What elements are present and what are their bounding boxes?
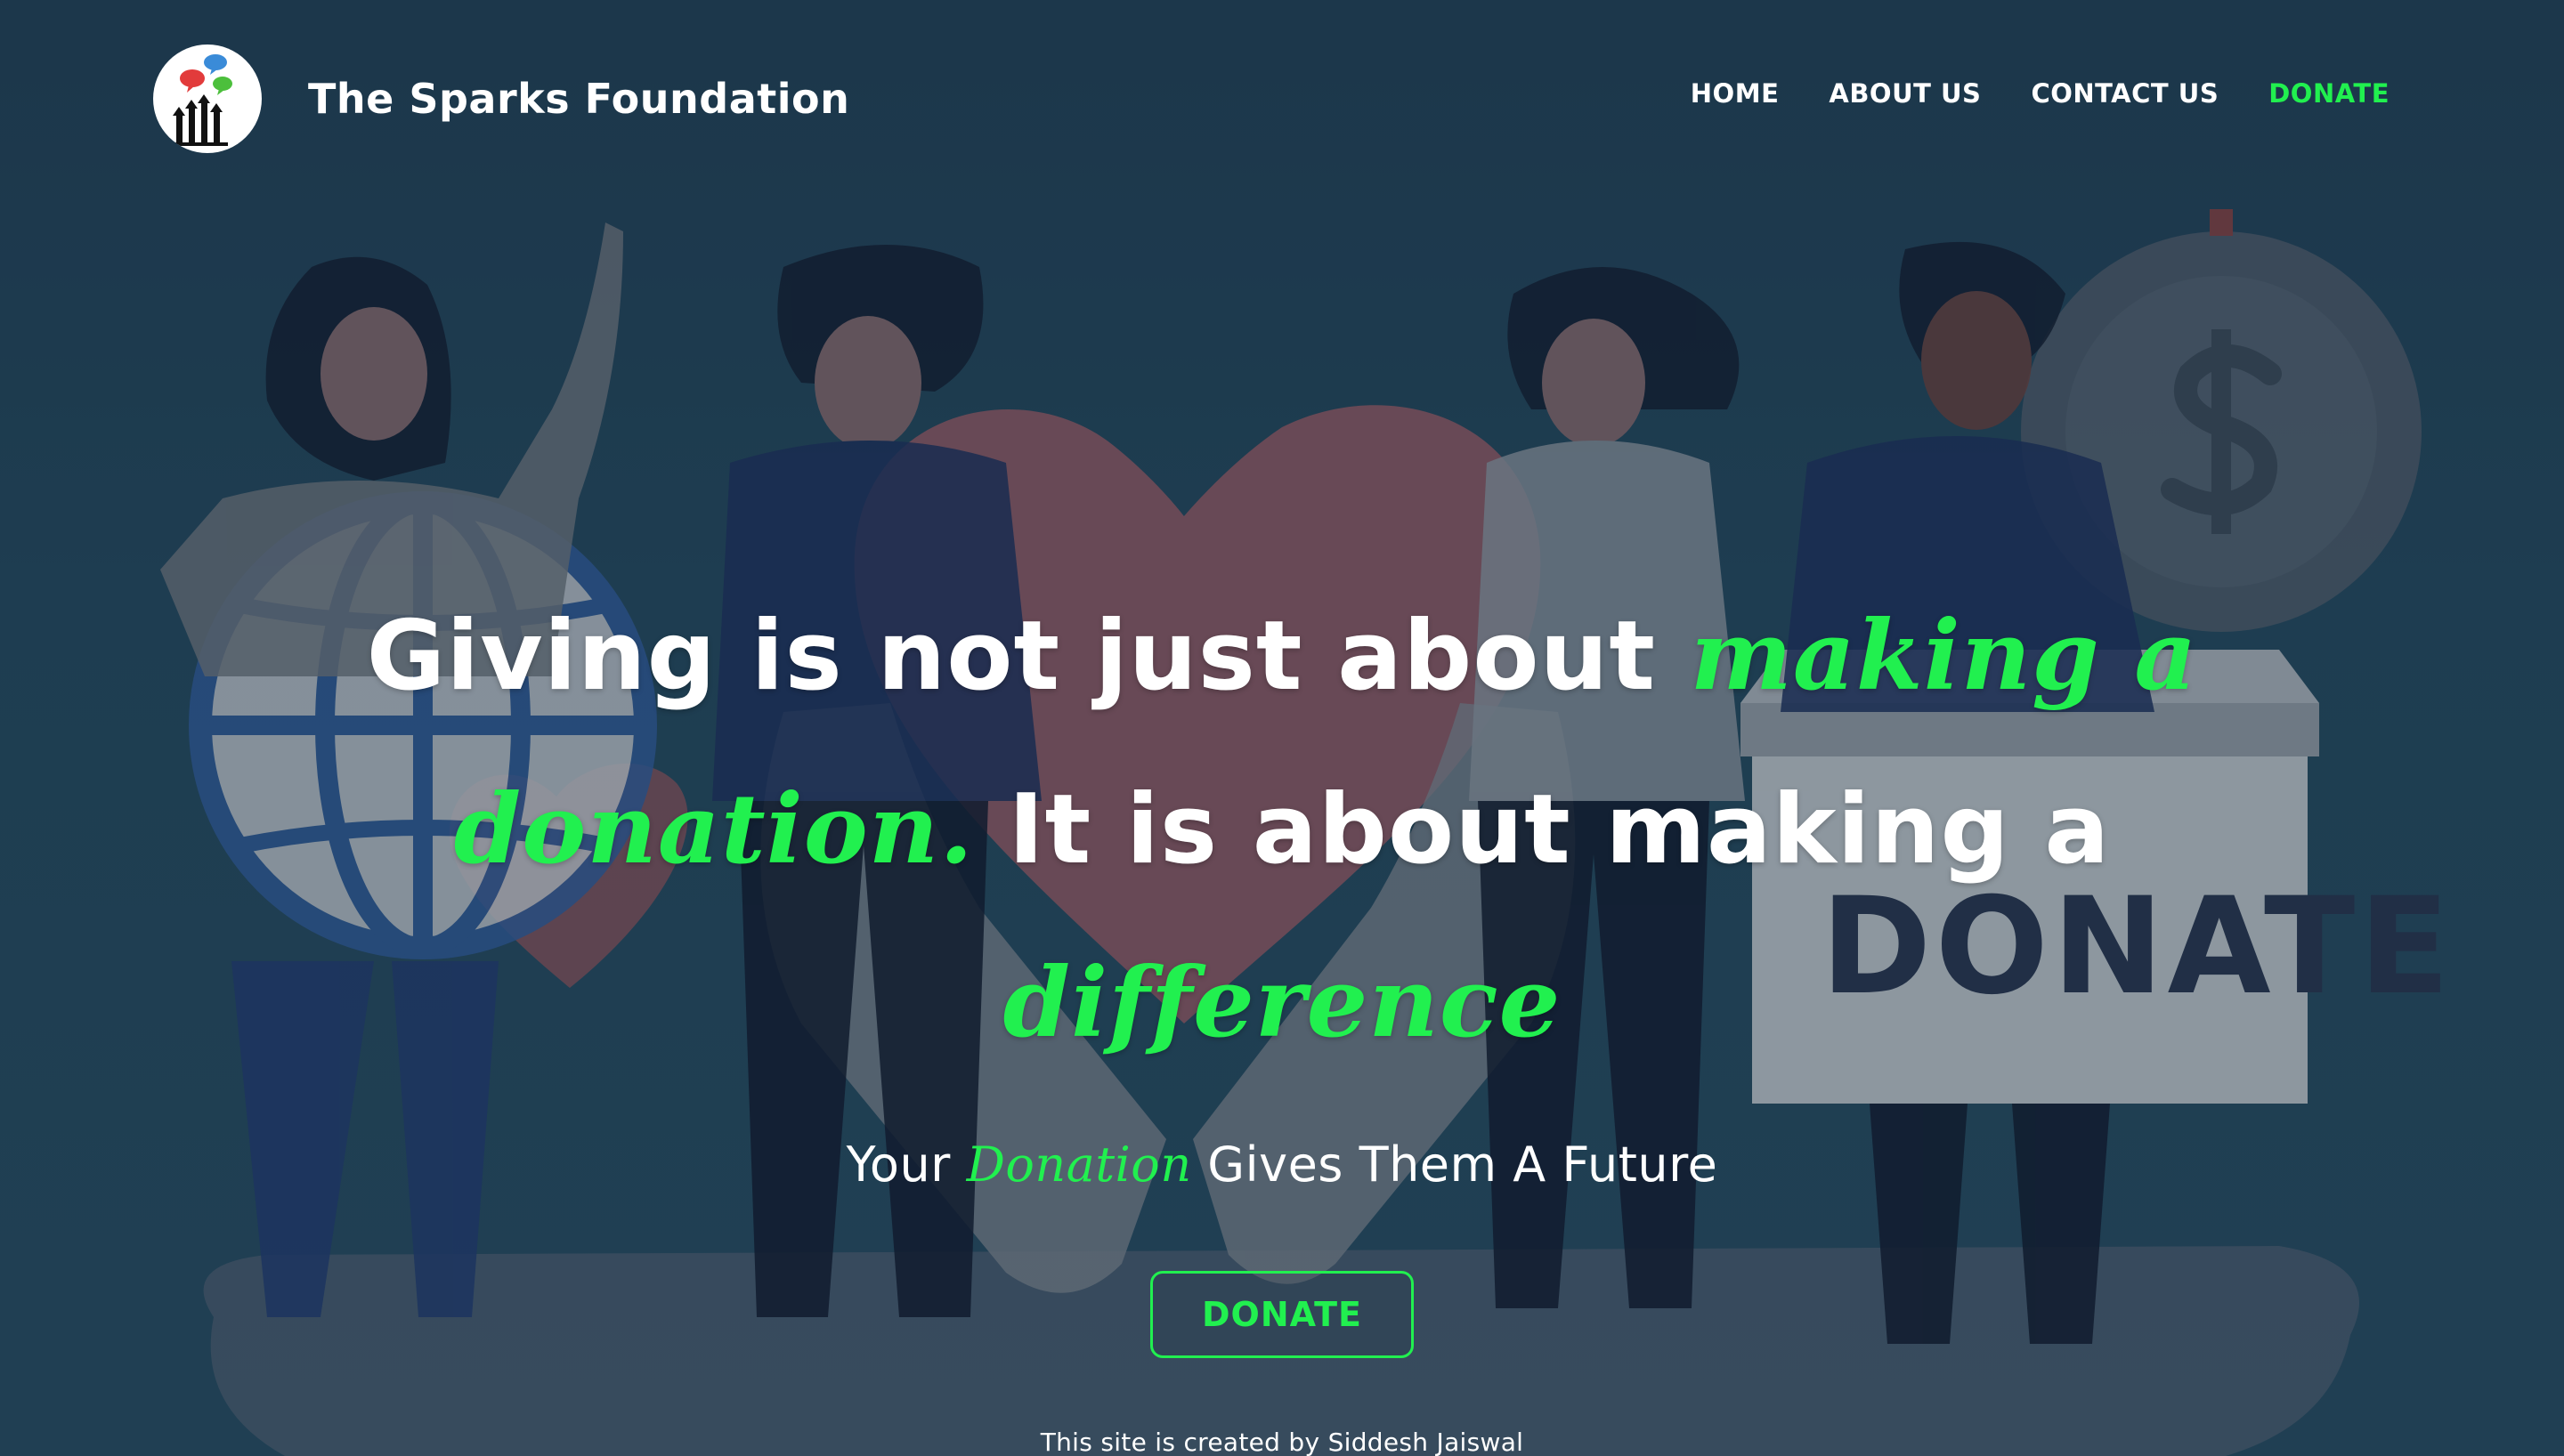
brand[interactable]: The Sparks Foundation (153, 44, 849, 153)
hero-section: Giving is not just about making a donati… (0, 570, 2564, 1456)
hero-headline: Giving is not just about making a donati… (169, 570, 2395, 1090)
headline-text-2: It is about making a (973, 774, 2111, 886)
headline-accent-2: difference (1002, 947, 1562, 1059)
hands-speech-bubbles-logo-icon (169, 54, 232, 146)
nav-links: HOME ABOUT US CONTACT US DONATE (1641, 78, 2390, 109)
subline-text-2: Gives Them A Future (1191, 1136, 1718, 1193)
nav-contact-link[interactable]: CONTACT US (2031, 78, 2219, 109)
nav-donate-link[interactable]: DONATE (2268, 78, 2390, 109)
subline-text-1: Your (846, 1136, 967, 1193)
page: DONATE The Sparks Foundation HOME ABOUT … (0, 0, 2564, 1456)
nav-home-link[interactable]: HOME (1691, 78, 1780, 109)
navbar: The Sparks Foundation HOME ABOUT US CONT… (0, 0, 2564, 199)
nav-about-link[interactable]: ABOUT US (1829, 78, 1981, 109)
subline-accent: Donation (966, 1136, 1192, 1193)
donate-button[interactable]: DONATE (1150, 1271, 1414, 1358)
logo[interactable] (153, 44, 262, 153)
brand-name[interactable]: The Sparks Foundation (308, 75, 849, 123)
credit-text: This site is created by Siddesh Jaiswal (1040, 1428, 1524, 1456)
hero-subline: Your Donation Gives Them A Future (0, 1136, 2564, 1193)
headline-text-1: Giving is not just about (366, 601, 1691, 712)
